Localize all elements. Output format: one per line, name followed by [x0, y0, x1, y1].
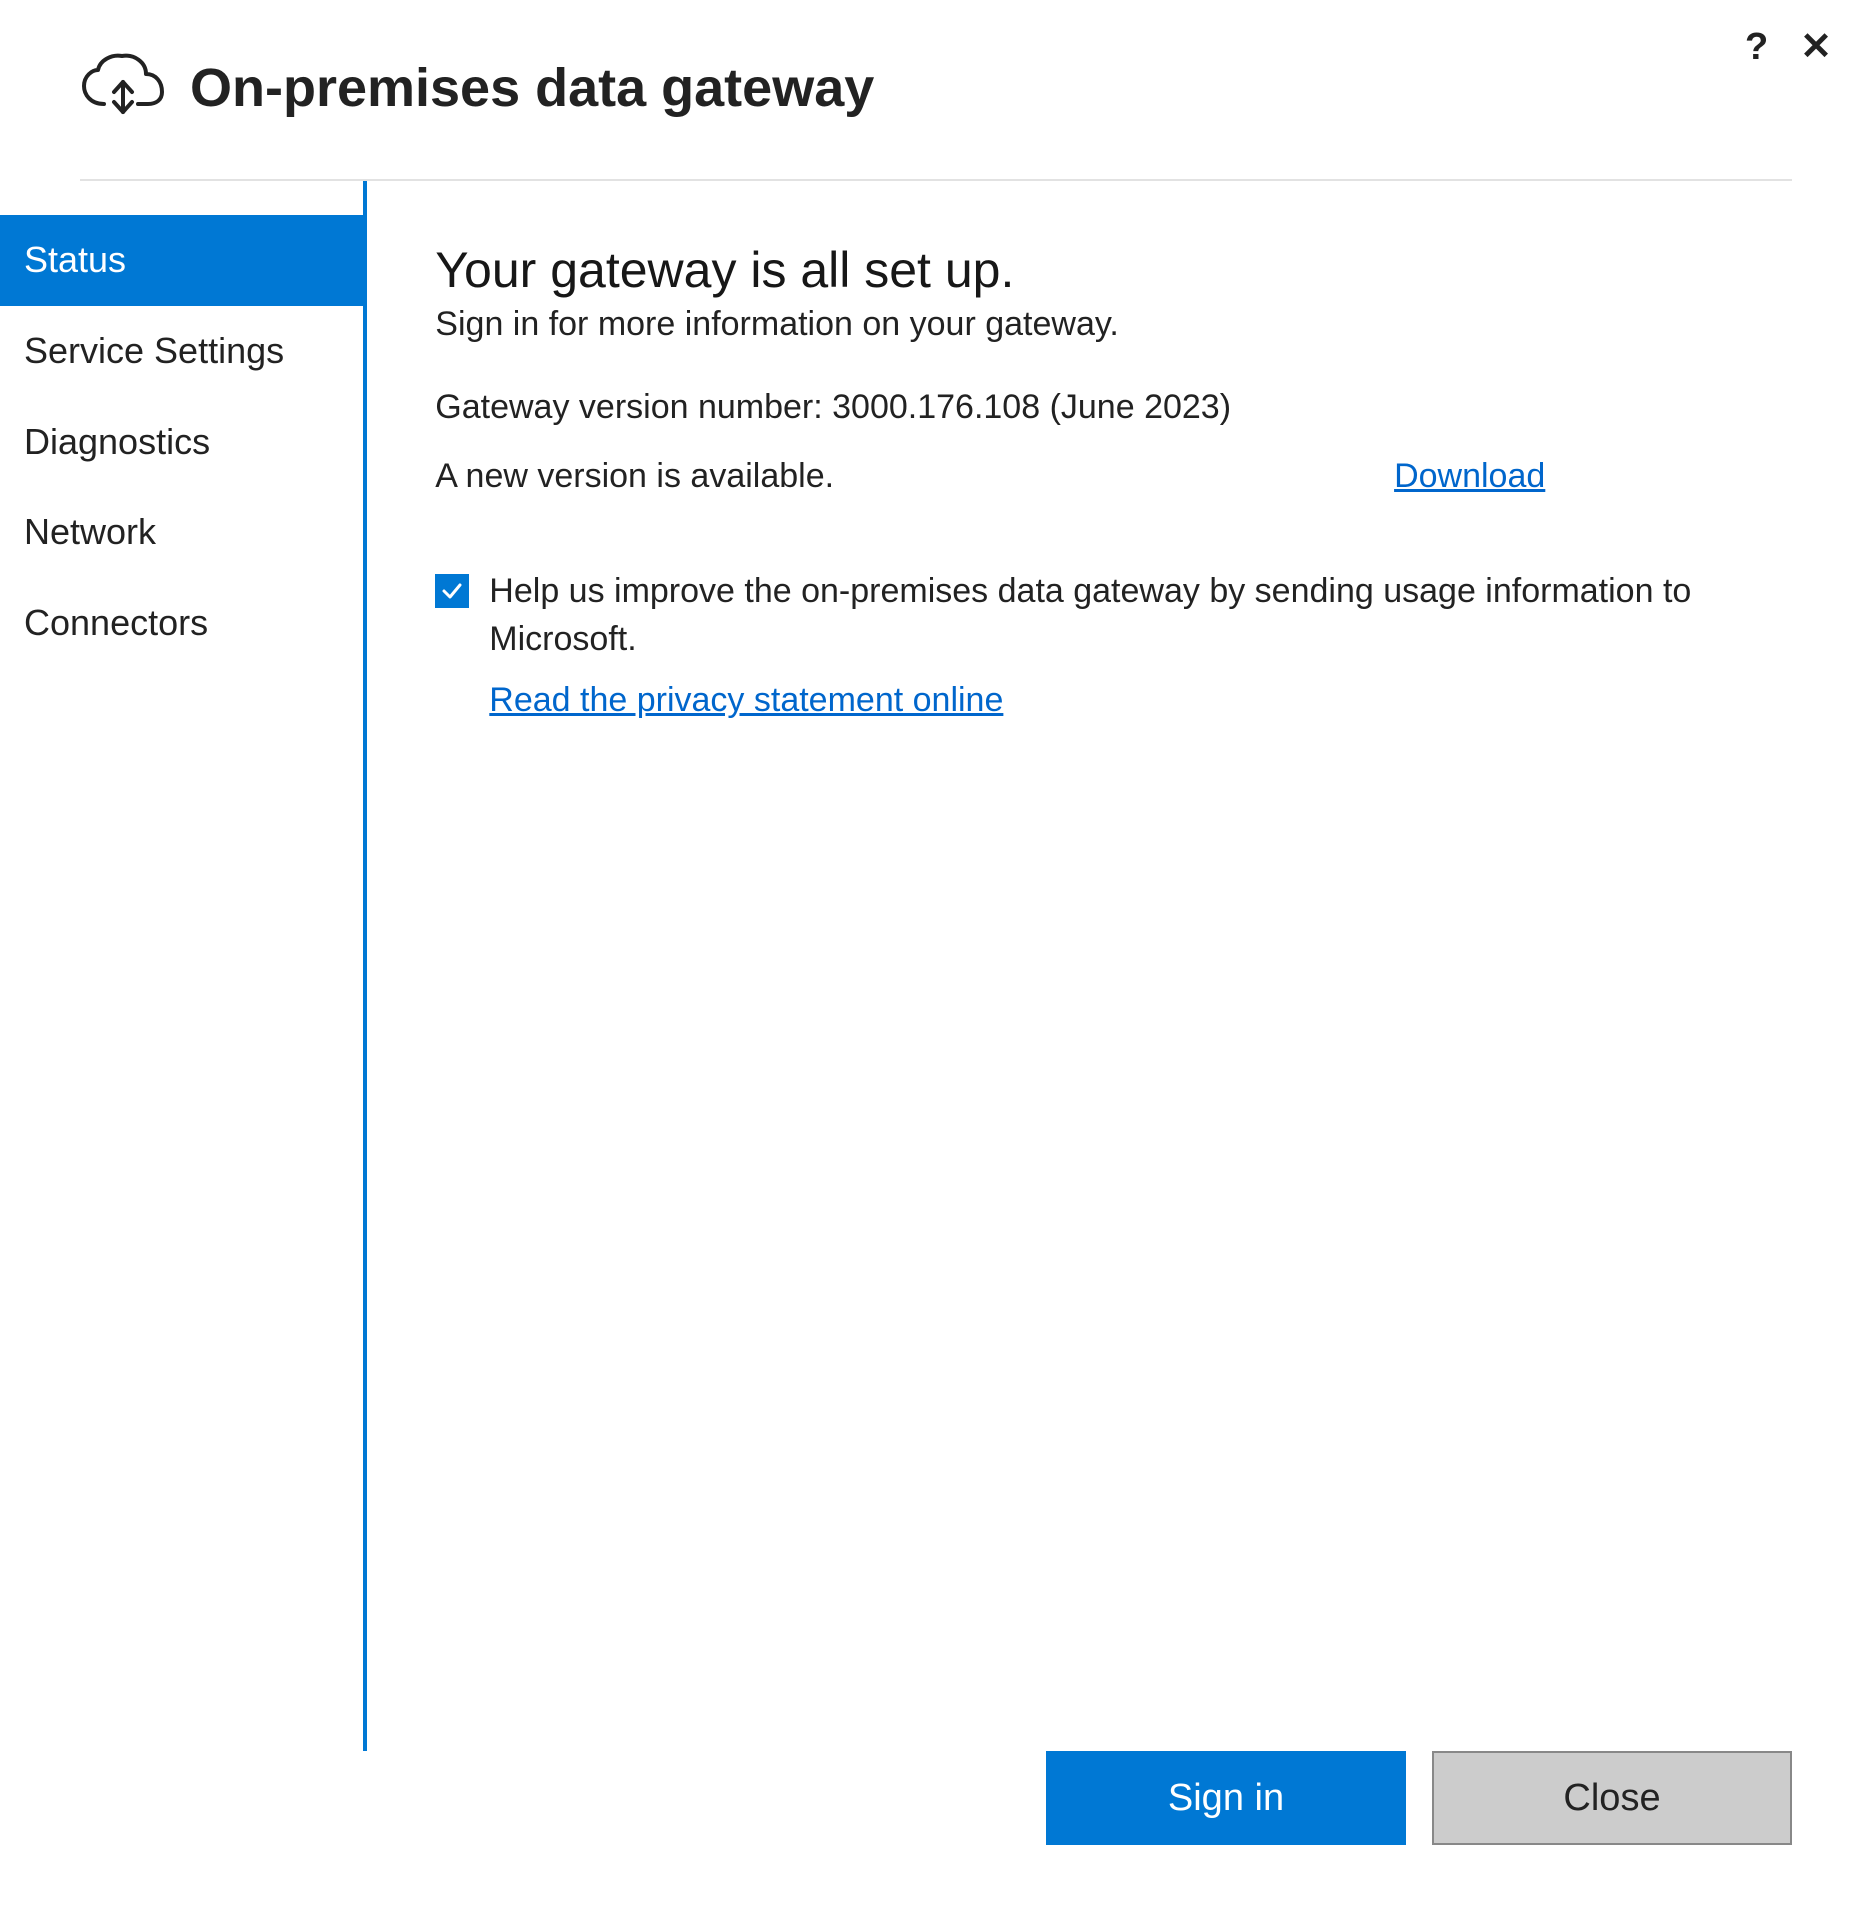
help-icon[interactable]: ?: [1745, 28, 1768, 66]
sign-in-button[interactable]: Sign in: [1046, 1751, 1406, 1845]
sidebar-item-network[interactable]: Network: [0, 487, 363, 578]
sidebar-item-connectors[interactable]: Connectors: [0, 578, 363, 669]
header: On-premises data gateway: [0, 0, 1872, 179]
sidebar-item-status[interactable]: Status: [0, 215, 363, 306]
content-panel: Your gateway is all set up. Sign in for …: [367, 181, 1872, 1751]
sidebar-item-diagnostics[interactable]: Diagnostics: [0, 397, 363, 488]
check-icon: [440, 579, 464, 603]
body: Status Service Settings Diagnostics Netw…: [0, 181, 1872, 1751]
privacy-link[interactable]: Read the privacy statement online: [489, 681, 1003, 719]
sidebar-item-service-settings[interactable]: Service Settings: [0, 306, 363, 397]
update-message: A new version is available.: [435, 457, 1394, 496]
download-link[interactable]: Download: [1394, 457, 1545, 496]
gateway-config-window: ? ✕ On-premises data gateway Status Serv…: [0, 0, 1872, 1905]
app-title: On-premises data gateway: [190, 57, 874, 119]
cloud-upload-icon: [80, 52, 166, 123]
footer: Sign in Close: [0, 1751, 1872, 1905]
sidebar: Status Service Settings Diagnostics Netw…: [0, 181, 367, 1751]
close-icon[interactable]: ✕: [1800, 28, 1832, 66]
telemetry-label: Help us improve the on-premises data gat…: [489, 568, 1788, 663]
version-line: Gateway version number: 3000.176.108 (Ju…: [435, 388, 1788, 427]
close-button[interactable]: Close: [1432, 1751, 1792, 1845]
status-heading: Your gateway is all set up.: [435, 241, 1788, 299]
telemetry-checkbox[interactable]: [435, 574, 469, 608]
titlebar-controls: ? ✕: [1745, 28, 1832, 66]
telemetry-row: Help us improve the on-premises data gat…: [435, 568, 1788, 663]
status-subtitle: Sign in for more information on your gat…: [435, 305, 1788, 344]
update-row: A new version is available. Download: [435, 457, 1545, 496]
